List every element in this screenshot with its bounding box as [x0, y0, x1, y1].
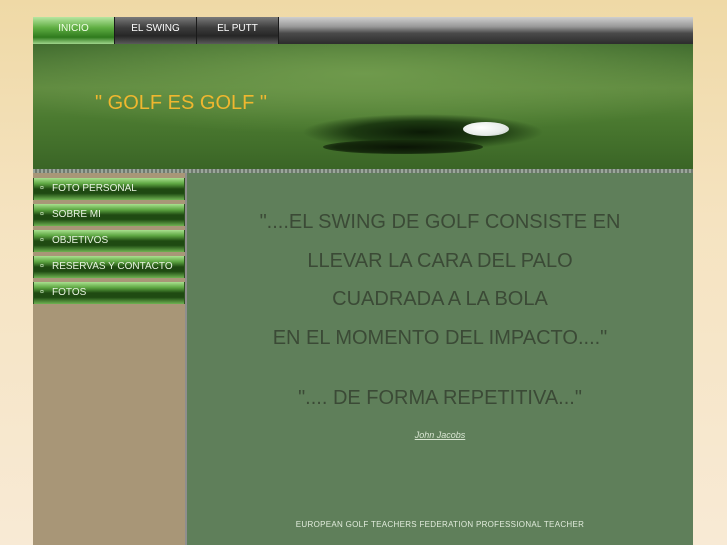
top-navigation: INICIO EL SWING EL PUTT [33, 17, 693, 44]
sidebar-item-label: RESERVAS Y CONTACTO [52, 261, 173, 272]
sidebar-menu: ¤ FOTO PERSONAL ¤ SOBRE MI ¤ OBJETIVOS ¤… [33, 173, 187, 545]
sidebar-item-label: FOTO PERSONAL [52, 183, 137, 194]
bullet-icon: ¤ [40, 211, 44, 218]
main-content: "....EL SWING DE GOLF CONSISTE EN LLEVAR… [187, 173, 693, 545]
bullet-icon: ¤ [40, 263, 44, 270]
golf-ball-image [463, 122, 509, 136]
tab-el-swing[interactable]: EL SWING [115, 17, 197, 44]
header-banner: " GOLF ES GOLF " [33, 44, 693, 169]
quote-line: CUADRADA A LA BOLA [332, 288, 548, 310]
footer-text: EUROPEAN GOLF TEACHERS FEDERATION PROFES… [295, 520, 585, 529]
site-title: " GOLF ES GOLF " [95, 92, 268, 114]
sidebar-item-label: FOTOS [52, 287, 87, 298]
sidebar-item-objetivos[interactable]: ¤ OBJETIVOS [33, 230, 185, 252]
page-container: INICIO EL SWING EL PUTT " GOLF ES GOLF "… [33, 17, 693, 545]
golf-hole-image [323, 140, 483, 154]
author-link[interactable]: John Jacobs [187, 430, 693, 440]
quote-line: "....EL SWING DE GOLF CONSISTE EN [259, 211, 621, 233]
sidebar-item-label: SOBRE MI [52, 209, 101, 220]
quote-line: LLEVAR LA CARA DEL PALO [307, 250, 573, 272]
sidebar-item-label: OBJETIVOS [52, 235, 109, 246]
sidebar-item-foto-personal[interactable]: ¤ FOTO PERSONAL [33, 178, 185, 200]
tab-inicio[interactable]: INICIO [33, 17, 115, 44]
sidebar-item-reservas-contacto[interactable]: ¤ RESERVAS Y CONTACTO [33, 256, 185, 278]
sidebar-item-sobre-mi[interactable]: ¤ SOBRE MI [33, 204, 185, 226]
bullet-icon: ¤ [40, 289, 44, 296]
sidebar-item-fotos[interactable]: ¤ FOTOS [33, 282, 185, 304]
quote-line: ".... DE FORMA REPETITIVA..." [298, 387, 582, 409]
quote-line: EN EL MOMENTO DEL IMPACTO...." [272, 327, 608, 349]
bullet-icon: ¤ [40, 237, 44, 244]
bullet-icon: ¤ [40, 185, 44, 192]
tab-el-putt[interactable]: EL PUTT [197, 17, 279, 44]
